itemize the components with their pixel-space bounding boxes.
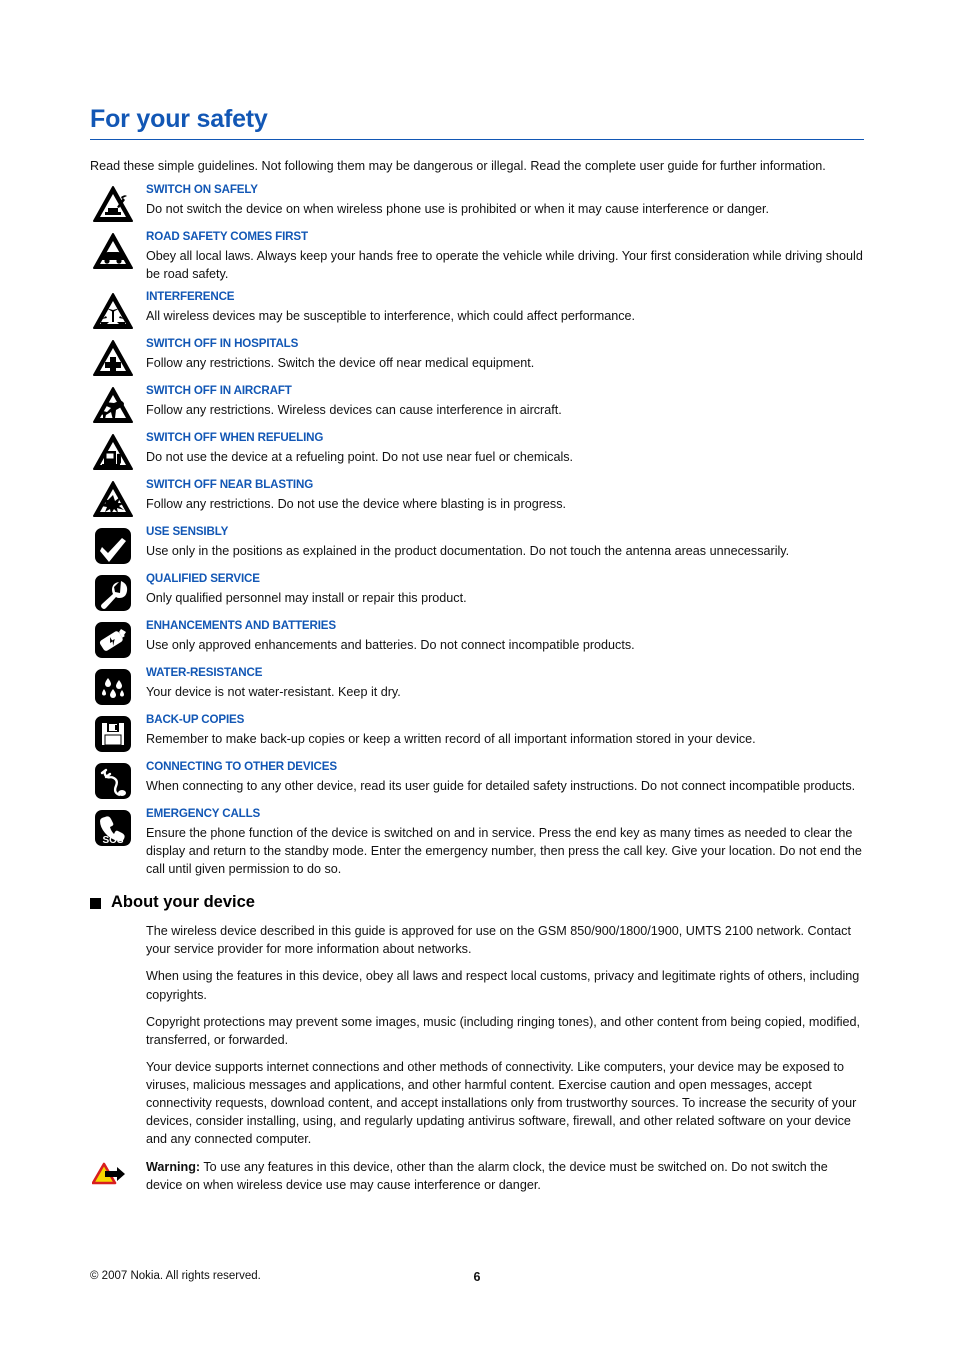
safety-item: SWITCH OFF WHEN REFUELING Do not use the … [90,431,864,471]
safety-item: BACK-UP COPIES Remember to make back-up c… [90,713,864,753]
safety-guidelines-list: SWITCH ON SAFELY Do not switch the device… [90,183,864,878]
document-page: For your safety Read these simple guidel… [0,0,954,1350]
square-cable-plug-icon [92,761,134,801]
safety-item: ROAD SAFETY COMES FIRST Obey all local la… [90,230,864,283]
safety-item-heading: EMERGENCY CALLS [146,807,261,821]
safety-item-heading: SWITCH OFF WHEN REFUELING [146,431,324,445]
safety-item-heading: ENHANCEMENTS AND BATTERIES [146,619,336,633]
safety-item: SOS EMERGENCY CALLS Ensure the phone funct… [90,807,864,878]
triangle-blasting-icon [92,479,134,519]
safety-item-heading: CONNECTING TO OTHER DEVICES [146,760,337,774]
safety-item-heading: SWITCH OFF IN HOSPITALS [146,337,299,351]
section-heading: About your device [90,893,864,913]
safety-item: INTERFERENCE All wireless devices may be … [90,290,864,330]
triangle-fuel-pump-icon [92,432,134,472]
warning-triangle-arrow-icon [91,1162,134,1186]
title-divider [90,138,864,140]
safety-item-body: Do not use the device at a refueling poi… [146,450,574,465]
square-wrench-icon [92,573,134,613]
safety-item: SWITCH OFF IN HOSPITALS Follow any restri… [90,337,864,377]
safety-item-body: Follow any restrictions. Do not use the … [146,497,566,512]
safety-item: WATER-RESISTANCE Your device is not water… [90,666,864,706]
safety-item-body: Use only approved enhancements and batte… [146,638,635,653]
safety-item-heading: BACK-UP COPIES [146,713,245,727]
triangle-aircraft-icon [92,385,134,425]
safety-item: SWITCH OFF NEAR BLASTING Follow any restr… [90,478,864,518]
safety-item-heading: WATER-RESISTANCE [146,666,263,680]
safety-item-body: All wireless devices may be susceptible … [146,309,636,324]
about-paragraph: Your device supports internet connection… [146,1059,857,1147]
safety-item: CONNECTING TO OTHER DEVICES When connecti… [90,760,864,800]
section-heading-label: About your device [111,893,255,912]
square-water-drops-icon [92,667,134,707]
triangle-car-icon [92,231,134,271]
safety-item: SWITCH ON SAFELY Do not switch the device… [90,183,864,223]
about-your-device-section: About your device The wireless device de… [90,893,864,1148]
warning-body: To use any features in this device, othe… [146,1159,828,1192]
square-battery-icon [92,620,134,660]
warning-text: Warning: To use any features in this dev… [146,1158,864,1194]
safety-item: ENHANCEMENTS AND BATTERIES Use only appro… [90,619,864,659]
safety-item-heading: SWITCH ON SAFELY [146,183,258,196]
square-checkmark-icon [92,526,134,566]
intro-paragraph: Read these simple guidelines. Not follow… [90,158,826,173]
square-floppy-disk-icon [92,714,134,754]
safety-item: QUALIFIED SERVICE Only qualified personne… [90,572,864,612]
safety-item: USE SENSIBLY Use only in the positions as… [90,525,864,565]
triangle-switch-on-icon [92,184,134,224]
safety-item-body: Only qualified personnel may install or … [146,591,467,606]
safety-item-heading: QUALIFIED SERVICE [146,572,260,586]
safety-item-heading: SWITCH OFF NEAR BLASTING [146,478,314,492]
about-paragraph: When using the features in this device, … [146,969,860,1002]
safety-item-heading: ROAD SAFETY COMES FIRST [146,230,308,243]
safety-item-heading: USE SENSIBLY [146,525,229,539]
warning-label: Warning: [146,1159,201,1174]
safety-item-body: Ensure the phone function of the device … [146,826,862,877]
page-title: For your safety [90,105,268,133]
about-paragraph: Copyright protections may prevent some i… [146,1014,861,1047]
about-paragraph: The wireless device described in this gu… [146,924,851,957]
square-sos-phone-icon: SOS [92,808,134,848]
svg-text:SOS: SOS [102,835,123,846]
safety-item-body: Obey all local laws. Always keep your ha… [146,248,863,282]
safety-item: SWITCH OFF IN AIRCRAFT Follow any restric… [90,384,864,424]
safety-item-body: When connecting to any other device, rea… [146,779,856,794]
safety-item-body: Remember to make back-up copies or keep … [146,732,756,747]
footer-page-number: 6 [473,1270,481,1284]
warning-block: Warning: To use any features in this dev… [90,1158,864,1194]
safety-item-body: Use only in the positions as explained i… [146,544,790,559]
square-bullet-icon [90,897,101,909]
safety-item-body: Do not switch the device on when wireles… [146,201,770,216]
safety-item-heading: SWITCH OFF IN AIRCRAFT [146,384,292,398]
safety-item-body: Follow any restrictions. Wireless device… [146,403,562,418]
triangle-interference-icon [92,291,134,331]
about-paragraphs: The wireless device described in this gu… [90,922,864,1148]
page-footer: © 2007 Nokia. All rights reserved. 6 [90,1270,864,1284]
safety-item-body: Follow any restrictions. Switch the devi… [146,356,535,371]
safety-item-body: Your device is not water-resistant. Keep… [146,685,401,700]
safety-item-heading: INTERFERENCE [146,290,235,304]
triangle-hospital-cross-icon [92,338,134,378]
